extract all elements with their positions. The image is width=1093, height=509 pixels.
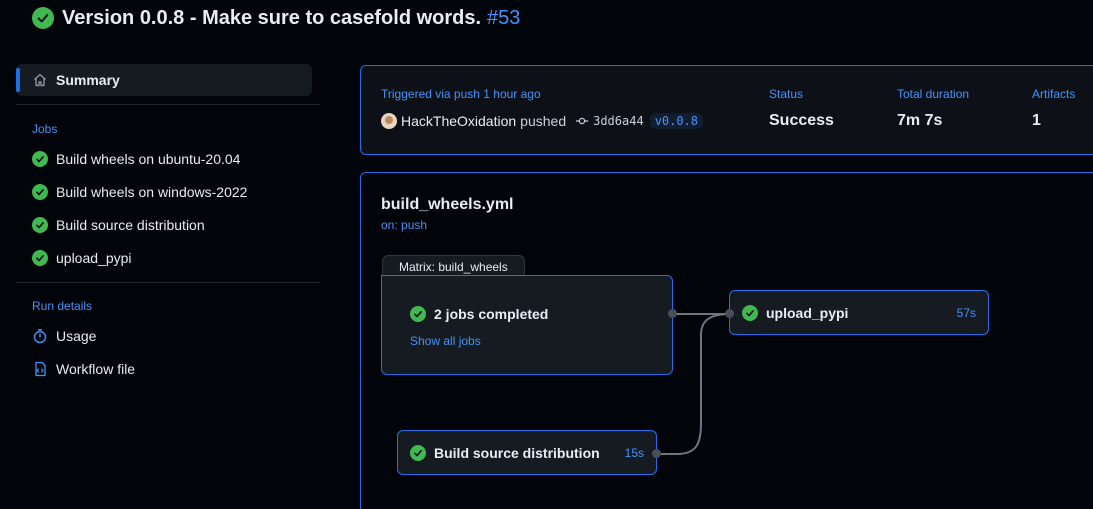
success-check-icon xyxy=(32,150,48,167)
run-header: Version 0.0.8 - Make sure to casefold wo… xyxy=(32,5,520,31)
job-node-label: upload_pypi xyxy=(766,304,849,321)
matrix-status: 2 jobs completed xyxy=(410,306,548,322)
sidebar-job-item[interactable]: upload_pypi xyxy=(16,241,320,274)
sidebar-item-workflow-file[interactable]: Workflow file xyxy=(16,352,320,385)
pushed-text: pushed xyxy=(520,113,567,129)
commit-link[interactable]: 3dd6a44 xyxy=(574,113,644,129)
stopwatch-icon xyxy=(32,328,48,344)
run-title: Version 0.0.8 - Make sure to casefold wo… xyxy=(62,6,482,29)
workflow-graph-card: build_wheels.yml on: push Matrix: build_… xyxy=(360,172,1093,509)
matrix-group[interactable]: 2 jobs completed Show all jobs xyxy=(381,275,673,375)
duration-label: Total duration xyxy=(897,87,970,101)
sidebar-job-label: Build wheels on windows-2022 xyxy=(56,183,248,200)
home-icon xyxy=(32,72,48,88)
artifacts-stat: Artifacts 1 xyxy=(1032,87,1075,130)
tag-badge[interactable]: v0.0.8 xyxy=(649,113,704,129)
avatar[interactable] xyxy=(381,113,397,129)
workflow-run-page: Version 0.0.8 - Make sure to casefold wo… xyxy=(0,0,1093,509)
status-value: Success xyxy=(769,112,834,129)
matrix-tab: Matrix: build_wheels xyxy=(382,255,525,277)
duration-stat: Total duration 7m 7s xyxy=(897,87,969,130)
job-node-upload-pypi[interactable]: upload_pypi 57s xyxy=(729,290,989,335)
artifacts-value: 1 xyxy=(1032,112,1041,129)
commit-sha: 3dd6a44 xyxy=(593,114,644,128)
duration-value: 7m 7s xyxy=(897,112,943,129)
sidebar-job-label: upload_pypi xyxy=(56,249,132,266)
artifacts-label: Artifacts xyxy=(1032,87,1076,101)
status-stat: Status Success xyxy=(769,87,834,130)
run-number-link[interactable]: #53 xyxy=(487,7,520,30)
success-check-icon xyxy=(32,249,48,266)
pusher-row: HackTheOxidation pushed 3dd6a44 v0.0.8 xyxy=(381,113,704,129)
git-commit-icon xyxy=(574,113,590,129)
sidebar-job-label: Build wheels on ubuntu-20.04 xyxy=(56,150,241,167)
sidebar-item-label: Summary xyxy=(56,72,120,88)
divider xyxy=(16,282,320,283)
sidebar-item-label: Workflow file xyxy=(56,360,136,377)
trigger-info: Triggered via push 1 hour ago xyxy=(381,87,541,101)
file-code-icon xyxy=(32,361,48,377)
connector-dot xyxy=(652,449,661,458)
job-duration: 15s xyxy=(624,445,644,460)
success-check-icon xyxy=(32,183,48,200)
job-duration: 57s xyxy=(956,305,976,320)
connector-dot xyxy=(725,309,734,318)
actor-link[interactable]: HackTheOxidation xyxy=(401,113,516,129)
jobs-section-title: Jobs xyxy=(32,122,58,136)
run-summary-card: Triggered via push 1 hour ago HackTheOxi… xyxy=(360,65,1093,155)
success-check-icon xyxy=(32,216,48,233)
divider xyxy=(16,104,320,105)
show-all-jobs-link[interactable]: Show all jobs xyxy=(410,334,481,348)
success-check-icon xyxy=(410,444,426,461)
success-check-icon xyxy=(32,7,54,29)
status-label: Status xyxy=(769,87,804,101)
job-node-build-sdist[interactable]: Build source distribution 15s xyxy=(397,430,657,475)
connector-dot xyxy=(668,309,677,318)
success-check-icon xyxy=(742,304,758,321)
success-check-icon xyxy=(410,306,426,322)
sidebar: Summary Jobs Build wheels on ubuntu-20.0… xyxy=(16,64,320,385)
sidebar-job-label: Build source distribution xyxy=(56,216,205,233)
sidebar-item-label: Usage xyxy=(56,327,97,344)
sidebar-job-item[interactable]: Build wheels on windows-2022 xyxy=(16,175,320,208)
run-details-section-title: Run details xyxy=(32,299,93,313)
job-node-label: Build source distribution xyxy=(434,444,600,461)
sidebar-job-item[interactable]: Build source distribution xyxy=(16,208,320,241)
sidebar-item-usage[interactable]: Usage xyxy=(16,319,320,352)
sidebar-item-summary[interactable]: Summary xyxy=(16,64,312,96)
sidebar-job-item[interactable]: Build wheels on ubuntu-20.04 xyxy=(16,142,320,175)
matrix-summary: 2 jobs completed xyxy=(434,306,549,322)
